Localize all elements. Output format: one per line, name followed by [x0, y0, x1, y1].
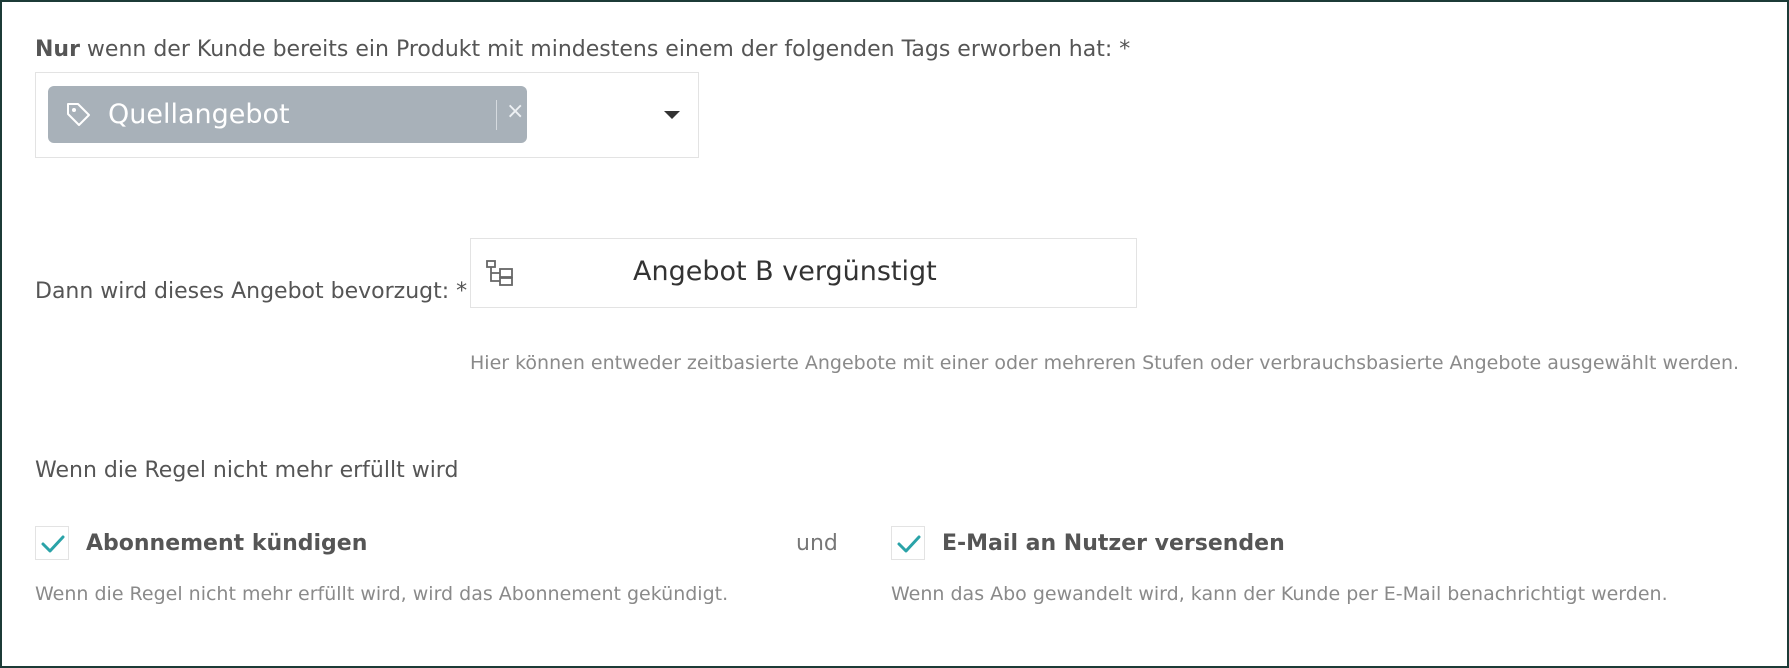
checkmark-icon — [41, 535, 65, 553]
selected-tag-chip: Quellangebot × — [48, 86, 527, 143]
tags-condition-label-bold: Nur — [35, 37, 80, 62]
cancel-subscription-description: Wenn die Regel nicht mehr erfüllt wird, … — [35, 583, 729, 605]
chevron-down-icon[interactable] — [664, 111, 680, 119]
tag-multiselect[interactable]: Quellangebot × — [35, 72, 699, 158]
preferred-offer-select[interactable]: Angebot B vergünstigt — [470, 238, 1137, 308]
rule-not-met-title: Wenn die Regel nicht mehr erfüllt wird — [35, 458, 459, 483]
conjunction-text: und — [796, 531, 838, 556]
preferred-offer-label-text: Dann wird dieses Angebot bevorzugt: — [35, 279, 450, 304]
cancel-subscription-checkbox[interactable] — [35, 526, 69, 560]
tag-icon — [67, 103, 90, 126]
preferred-offer-hint: Hier können entweder zeitbasierte Angebo… — [470, 352, 1740, 374]
preferred-offer-label: Dann wird dieses Angebot bevorzugt: * — [35, 279, 467, 304]
send-email-checkbox[interactable] — [891, 526, 925, 560]
required-marker: * — [449, 279, 468, 304]
send-email-description: Wenn das Abo gewandelt wird, kann der Ku… — [891, 583, 1668, 605]
preferred-offer-value: Angebot B vergünstigt — [633, 256, 937, 287]
tags-condition-label: Nur wenn der Kunde bereits ein Produkt m… — [35, 37, 1130, 62]
tags-condition-label-text: wenn der Kunde bereits ein Produkt mit m… — [79, 37, 1113, 62]
remove-tag-icon[interactable]: × — [506, 99, 524, 124]
cancel-subscription-label[interactable]: Abonnement kündigen — [86, 531, 367, 556]
required-marker: * — [1112, 37, 1131, 62]
send-email-label[interactable]: E-Mail an Nutzer versenden — [942, 531, 1285, 556]
selected-tag-label: Quellangebot — [108, 99, 290, 130]
checkmark-icon — [897, 535, 921, 553]
chip-divider — [496, 100, 497, 130]
tree-structure-icon — [486, 260, 513, 286]
